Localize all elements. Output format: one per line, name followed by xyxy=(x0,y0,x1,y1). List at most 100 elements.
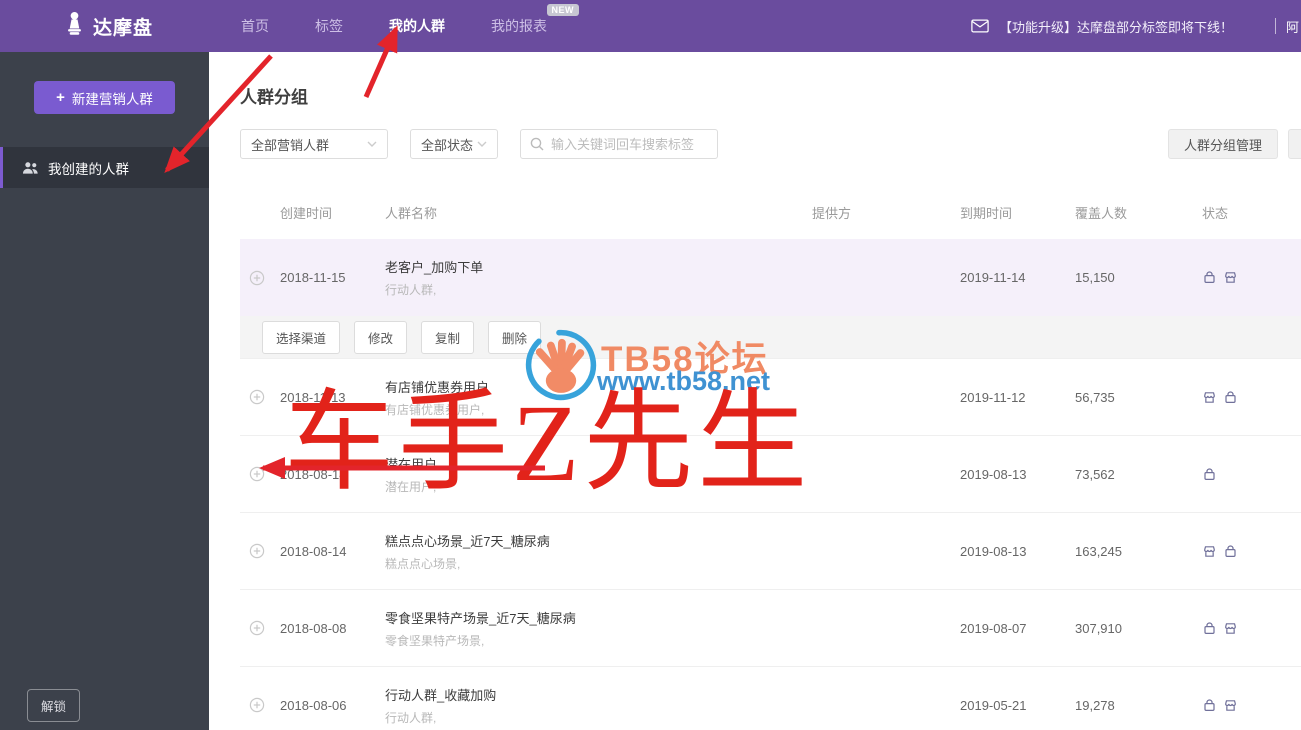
expand-row-icon[interactable] xyxy=(249,270,265,286)
audience-subtitle: 行动人群, xyxy=(385,710,437,725)
row-created-date: 2018-08-14 xyxy=(280,543,347,559)
row-expire-date: 2019-08-13 xyxy=(960,543,1027,559)
audience-subtitle: 糕点点心场景, xyxy=(385,556,461,571)
row-status-icons xyxy=(1202,467,1301,482)
clipped-edge-button[interactable] xyxy=(1288,129,1301,159)
nav-item-tags[interactable]: 标签 xyxy=(315,16,343,36)
system-notice[interactable]: 【功能升级】达摩盘部分标签即将下线！ xyxy=(999,17,1233,36)
nav-item-my-audiences[interactable]: 我的人群 xyxy=(389,16,445,36)
search-input[interactable] xyxy=(551,136,708,152)
column-header-coverage: 覆盖人数 xyxy=(1075,205,1128,221)
filter-bar: 全部营销人群 全部状态 xyxy=(240,129,718,159)
sidebar-item-label: 我创建的人群 xyxy=(48,161,129,177)
delete-button[interactable]: 删除 xyxy=(488,320,542,354)
table-body: 2018-11-15 老客户_加购下单行动人群, 2019-11-14 15,150 选… xyxy=(240,239,1301,730)
main-nav: 首页 标签 我的人群 我的报表 NEW xyxy=(241,4,580,36)
bag-icon xyxy=(1202,698,1217,713)
audience-type-select[interactable]: 全部营销人群 xyxy=(240,129,388,159)
row-expire-date: 2019-05-21 xyxy=(960,697,1027,713)
bag-icon xyxy=(1223,390,1238,405)
topbar-right: 【功能升级】达摩盘部分标签即将下线！ 阿 xyxy=(971,0,1301,52)
sidebar-item-my-created-audiences[interactable]: 我创建的人群 xyxy=(0,147,209,188)
row-created-date: 2018-08-14 xyxy=(280,466,347,482)
table-row[interactable]: 2018-11-15 老客户_加购下单 行动人群, 2019-11-14 15,150 xyxy=(240,239,1301,316)
main-content: 人群分组 全部营销人群 全部状态 人群分组管理 创建时间 人群名称 提供方 到期… xyxy=(209,52,1301,730)
row-created-date: 2018-11-15 xyxy=(280,270,346,285)
unlock-button[interactable]: 解锁 xyxy=(27,689,81,722)
store-icon xyxy=(1202,544,1217,559)
expand-row-icon[interactable] xyxy=(249,466,265,482)
status-select[interactable]: 全部状态 xyxy=(410,129,498,159)
nav-item-home[interactable]: 首页 xyxy=(241,16,269,36)
expand-row-icon[interactable] xyxy=(249,389,265,405)
row-expire-date: 2019-11-14 xyxy=(960,270,1026,285)
expand-row-icon[interactable] xyxy=(249,620,265,636)
row-expire-date: 2019-11-12 xyxy=(960,389,1026,405)
table-row[interactable]: 2018-11-13 有店铺优惠券用户 有店铺优惠券用户, 2019-11-12 56,… xyxy=(240,358,1301,435)
keyword-search-box xyxy=(520,129,718,159)
audience-type-value: 全部营销人群 xyxy=(251,137,330,153)
store-icon xyxy=(1223,698,1238,713)
app-logo[interactable]: 达摩盘 xyxy=(64,11,153,41)
top-navigation-bar: 达摩盘 首页 标签 我的人群 我的报表 NEW 【功能升级】达摩盘部分标签即将下… xyxy=(0,0,1301,52)
expand-row-icon[interactable] xyxy=(249,697,265,713)
nav-item-my-reports[interactable]: 我的报表 NEW xyxy=(491,4,580,36)
people-icon xyxy=(22,161,39,175)
audience-table: 创建时间 人群名称 提供方 到期时间 覆盖人数 状态 2018-11-15 老客户… xyxy=(240,185,1301,730)
modify-button[interactable]: 修改 xyxy=(354,320,408,354)
search-icon xyxy=(530,137,544,151)
bag-icon xyxy=(1202,621,1217,636)
column-header-status: 状态 xyxy=(1202,205,1229,221)
bag-icon xyxy=(1202,270,1217,285)
row-status-icons xyxy=(1202,698,1301,713)
store-icon xyxy=(1223,270,1238,285)
table-row[interactable]: 2018-08-08 零食坚果特产场景_近7天_糖尿病零食坚果特产场景, 2019-… xyxy=(240,589,1301,666)
store-icon xyxy=(1223,621,1238,636)
row-status-icons xyxy=(1202,621,1301,636)
column-header-expires: 到期时间 xyxy=(960,205,1013,221)
row-coverage-count: 307,910 xyxy=(1075,620,1122,636)
row-coverage-count: 163,245 xyxy=(1075,543,1122,559)
row-created-date: 2018-08-08 xyxy=(280,620,347,636)
store-icon xyxy=(1202,390,1217,405)
table-row[interactable]: 2018-08-14 糕点点心场景_近7天_糖尿病糕点点心场景, 2019-08-1… xyxy=(240,512,1301,589)
column-header-provider: 提供方 xyxy=(812,205,852,221)
column-header-created: 创建时间 xyxy=(280,205,333,221)
expand-row-icon[interactable] xyxy=(249,543,265,559)
row-created-date: 2018-11-13 xyxy=(280,389,346,405)
column-header-name: 人群名称 xyxy=(385,205,438,221)
audience-name[interactable]: 老客户_加购下单 xyxy=(385,257,812,276)
row-expire-date: 2019-08-13 xyxy=(960,466,1027,482)
plus-icon: + xyxy=(56,89,65,106)
new-badge: NEW xyxy=(546,4,580,16)
row-coverage-count: 15,150 xyxy=(1075,270,1115,285)
audience-name[interactable]: 行动人群_收藏加购 xyxy=(385,685,812,704)
row-action-bar: 选择渠道 修改 复制 删除 xyxy=(240,316,1301,358)
envelope-icon[interactable] xyxy=(971,19,989,33)
table-row[interactable]: 2018-08-14 潜在用户 潜在用户, 2019-08-13 73,562 xyxy=(240,435,1301,512)
audience-name[interactable]: 潜在用户 xyxy=(385,454,812,473)
create-audience-button[interactable]: + 新建营销人群 xyxy=(34,81,175,114)
row-created-date: 2018-08-06 xyxy=(280,697,347,713)
audience-subtitle: 零食坚果特产场景, xyxy=(385,633,485,648)
row-expire-date: 2019-08-07 xyxy=(960,620,1027,636)
bag-icon xyxy=(1202,467,1217,482)
row-coverage-count: 19,278 xyxy=(1075,697,1115,713)
sidebar: + 新建营销人群 我创建的人群 解锁 xyxy=(0,52,209,730)
row-status-icons xyxy=(1202,390,1301,405)
row-coverage-count: 56,735 xyxy=(1075,389,1115,405)
audience-name[interactable]: 零食坚果特产场景_近7天_糖尿病 xyxy=(385,608,812,627)
audience-name[interactable]: 有店铺优惠券用户 xyxy=(385,377,812,396)
chevron-down-icon xyxy=(367,141,377,147)
audience-subtitle: 潜在用户, xyxy=(385,479,437,494)
table-row[interactable]: 2018-08-06 行动人群_收藏加购行动人群, 2019-05-21 19,278 xyxy=(240,666,1301,730)
select-channel-button[interactable]: 选择渠道 xyxy=(262,320,341,354)
group-manage-button[interactable]: 人群分组管理 xyxy=(1167,129,1278,159)
user-name-partial[interactable]: 阿 xyxy=(1286,17,1299,36)
topbar-divider xyxy=(1275,18,1277,34)
status-select-value: 全部状态 xyxy=(421,137,474,153)
audience-name[interactable]: 糕点点心场景_近7天_糖尿病 xyxy=(385,531,812,550)
page-title: 人群分组 xyxy=(240,88,308,107)
table-header-row: 创建时间 人群名称 提供方 到期时间 覆盖人数 状态 xyxy=(240,185,1301,239)
copy-button[interactable]: 复制 xyxy=(421,320,475,354)
